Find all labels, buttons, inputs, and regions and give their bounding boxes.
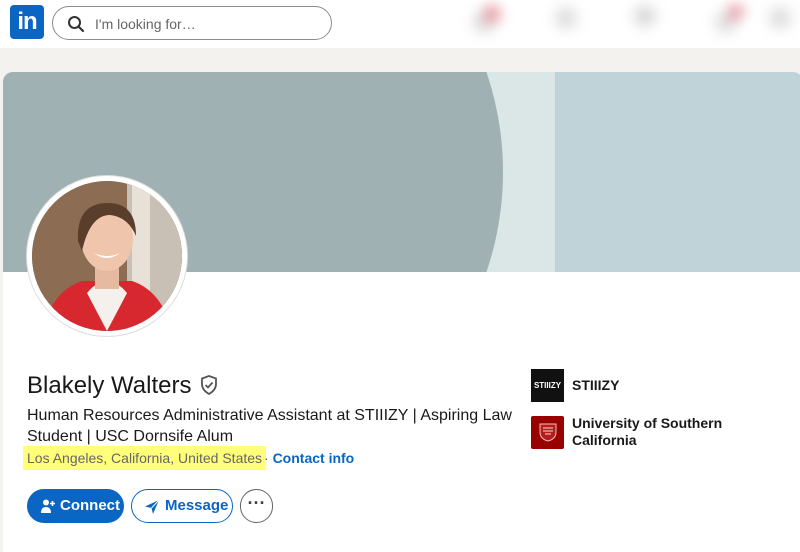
connect-button[interactable]: Connect <box>27 489 124 523</box>
add-person-icon <box>41 499 55 513</box>
message-button[interactable]: Message <box>131 489 233 523</box>
usc-logo <box>531 415 564 449</box>
nav-item-blurred-2[interactable] <box>540 0 600 44</box>
nav-item-blurred-1[interactable] <box>462 0 522 44</box>
nav-item-blurred-3[interactable] <box>615 0 675 44</box>
separator-dot: · <box>264 450 269 466</box>
contact-info-link[interactable]: · Contact info <box>264 446 354 470</box>
top-navigation-bar: in <box>0 0 800 48</box>
message-label: Message <box>165 497 229 514</box>
org-name-usc: University of Southern California <box>572 415 723 448</box>
verified-shield-icon[interactable] <box>198 374 220 396</box>
profile-photo <box>32 181 182 331</box>
contact-info-label[interactable]: Contact info <box>273 450 355 466</box>
profile-location: Los Angeles, California, United States <box>23 446 267 470</box>
org-name-stiiizy: STIIIZY <box>572 377 620 393</box>
nav-item-blurred-5[interactable] <box>760 0 800 44</box>
search-input[interactable] <box>93 13 317 35</box>
profile-headline: Human Resources Administrative Assistant… <box>27 407 512 445</box>
send-icon <box>145 499 160 514</box>
search-bar[interactable] <box>52 6 332 40</box>
profile-card <box>3 72 800 552</box>
org-stiiizy[interactable]: STIIIZY STIIIZY <box>531 369 742 402</box>
org-usc[interactable]: University of Southern California <box>531 415 742 449</box>
linkedin-logo[interactable]: in <box>10 5 44 39</box>
more-icon: ··· <box>247 493 266 513</box>
connect-label: Connect <box>60 497 120 514</box>
more-actions-button[interactable]: ··· <box>240 489 273 523</box>
profile-name: Blakely Walters <box>27 372 192 399</box>
nav-item-blurred-4[interactable] <box>700 0 760 44</box>
search-icon <box>68 16 85 33</box>
avatar[interactable] <box>27 176 187 336</box>
stiiizy-logo: STIIIZY <box>531 369 564 402</box>
